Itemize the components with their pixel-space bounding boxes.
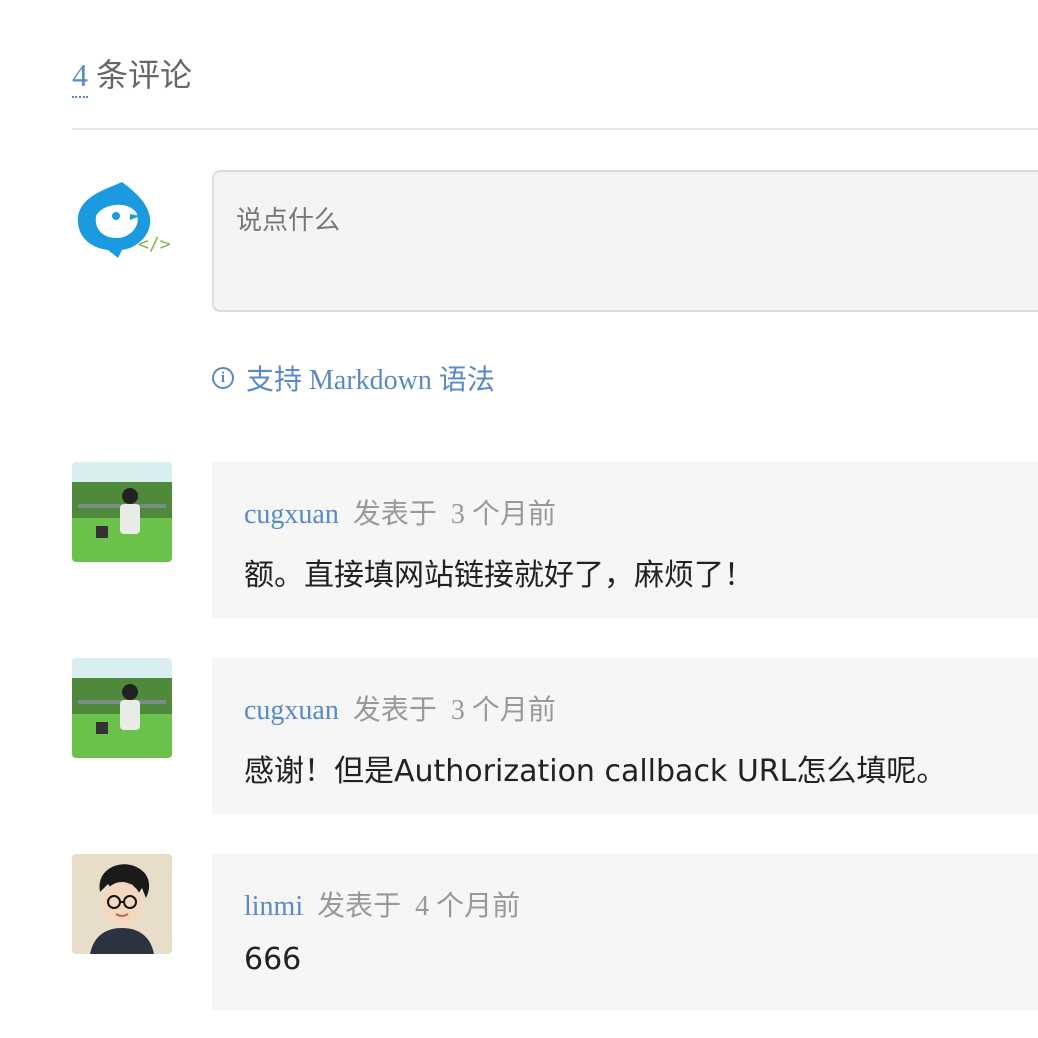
comment-count-label: 条评论 bbox=[96, 57, 193, 93]
posted-label: 发表于 bbox=[352, 695, 437, 726]
comment-author-link[interactable]: cugxuan bbox=[244, 695, 339, 727]
comment-count-link[interactable]: 4 bbox=[72, 57, 88, 98]
markdown-hint-text: 支持 Markdown 语法 bbox=[246, 365, 495, 396]
comment-author-link[interactable]: linmi bbox=[244, 891, 303, 923]
comment-bubble: linmi 发表于 4 个月前 666 bbox=[212, 854, 1038, 1010]
markdown-hint-link[interactable]: i 支持 Markdown 语法 bbox=[212, 358, 495, 398]
comments-header: 4 条评论 bbox=[72, 50, 192, 98]
comment-item: cugxuan 发表于 3 个月前 额。直接填网站链接就好了，麻烦了！ bbox=[72, 462, 1038, 618]
comment-item: linmi 发表于 4 个月前 666 bbox=[72, 854, 1038, 1010]
comment-bubble: cugxuan 发表于 3 个月前 感谢！但是Authorization cal… bbox=[212, 658, 1038, 814]
comment-text: 额。直接填网站链接就好了，麻烦了！ bbox=[244, 558, 754, 593]
posted-label: 发表于 bbox=[317, 891, 402, 922]
comment-text: 666 bbox=[244, 942, 302, 977]
bird-code-logo-icon: </> bbox=[72, 176, 172, 268]
comment-time: 3 个月前 bbox=[450, 695, 556, 726]
comment-bubble: cugxuan 发表于 3 个月前 额。直接填网站链接就好了，麻烦了！ bbox=[212, 462, 1038, 618]
posted-label: 发表于 bbox=[352, 499, 437, 530]
comment-text: 感谢！但是Authorization callback URL怎么填呢。 bbox=[244, 754, 947, 789]
avatar[interactable] bbox=[72, 462, 172, 562]
comment-time: 4 个月前 bbox=[415, 891, 521, 922]
comment-item: cugxuan 发表于 3 个月前 感谢！但是Authorization cal… bbox=[72, 658, 1038, 814]
avatar[interactable] bbox=[72, 854, 172, 954]
info-circle-icon: i bbox=[212, 367, 234, 389]
comment-time: 3 个月前 bbox=[450, 499, 556, 530]
header-divider bbox=[72, 128, 1038, 130]
avatar[interactable] bbox=[72, 658, 172, 758]
comment-input[interactable]: 说点什么 bbox=[212, 170, 1038, 312]
svg-text:</>: </> bbox=[138, 234, 171, 255]
comment-author-link[interactable]: cugxuan bbox=[244, 499, 339, 531]
comment-input-placeholder: 说点什么 bbox=[236, 206, 341, 236]
